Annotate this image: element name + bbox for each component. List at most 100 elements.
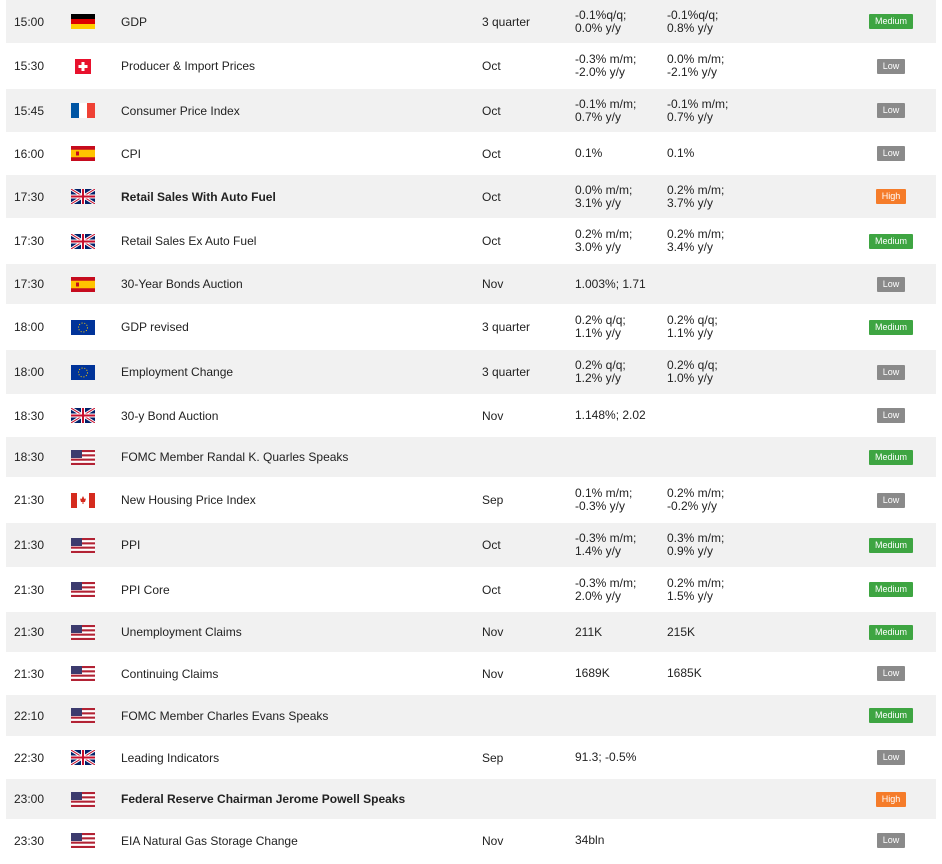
event-forecast — [667, 779, 757, 819]
calendar-row[interactable]: 21:30 New Housing Price Index Sep 0.1% m/m;… — [6, 478, 936, 522]
event-forecast: 215K — [667, 624, 696, 639]
event-period: Oct — [482, 103, 501, 118]
country-flag — [68, 820, 98, 861]
event-period: 3 quarter — [482, 14, 531, 29]
calendar-row[interactable]: 15:30 Producer & Import Prices Oct -0.3% m/… — [6, 44, 936, 88]
switzerland-flag-icon — [71, 58, 95, 74]
uk-flag-icon — [71, 750, 95, 765]
impact-badge: Low — [876, 146, 906, 161]
event-forecast: -0.1% m/m; 0.7% y/y — [667, 96, 729, 124]
event-name[interactable]: 30-y Bond Auction — [121, 395, 481, 436]
event-name[interactable]: FOMC Member Randal K. Quarles Speaks — [121, 437, 481, 477]
event-name[interactable]: Continuing Claims — [121, 653, 481, 694]
event-forecast: 0.2% q/q; 1.0% y/y — [667, 358, 718, 385]
country-flag — [68, 612, 98, 652]
canada-flag-icon — [71, 492, 95, 508]
event-time: 18:00 — [14, 365, 45, 379]
calendar-row[interactable]: 23:00 Federal Reserve Chairman Jerome Pow… — [6, 779, 936, 819]
event-forecast: 0.2% m/m; 3.7% y/y — [667, 182, 725, 210]
event-name[interactable]: PPI Core — [121, 568, 481, 611]
event-name[interactable]: FOMC Member Charles Evans Speaks — [121, 695, 481, 736]
event-actual — [575, 437, 665, 477]
calendar-row[interactable]: 15:45 Consumer Price Index Oct -0.1% m/m; 0… — [6, 89, 936, 132]
calendar-row[interactable]: 21:30 Continuing Claims Nov 1689K 1685K Low — [6, 653, 936, 694]
event-actual: -0.1%q/q; 0.0% y/y — [575, 7, 627, 35]
impact-badge: Medium — [868, 233, 913, 249]
event-name[interactable]: Unemployment Claims — [121, 612, 481, 652]
germany-flag-icon — [71, 14, 95, 29]
event-name[interactable]: GDP revised — [121, 305, 481, 349]
calendar-row[interactable]: 23:30 EIA Natural Gas Storage Change Nov 34… — [6, 820, 936, 861]
impact-badge: Low — [876, 276, 906, 292]
impact-badge: Low — [876, 408, 906, 423]
usa-flag-icon — [71, 833, 95, 848]
event-name[interactable]: Employment Change — [121, 350, 481, 394]
event-time: 23:30 — [14, 833, 45, 848]
event-actual: 211K — [575, 624, 603, 639]
impact-cell: Low — [861, 820, 921, 861]
event-period — [482, 695, 562, 736]
impact-cell: Low — [861, 44, 921, 88]
calendar-row[interactable]: 22:10 FOMC Member Charles Evans Speaks Med… — [6, 695, 936, 736]
event-name[interactable]: PPI — [121, 523, 481, 567]
country-flag — [68, 695, 98, 736]
event-time: 15:00 — [14, 14, 45, 29]
event-actual: 1.148%; 2.02 — [575, 408, 646, 422]
economic-calendar: 15:00 GDP 3 quarter -0.1%q/q; 0.0% y/y -0.1%… — [0, 0, 942, 864]
event-actual: 0.1% m/m; -0.3% y/y — [575, 486, 633, 513]
event-name[interactable]: Retail Sales With Auto Fuel — [121, 175, 481, 218]
event-period: Oct — [482, 146, 501, 161]
event-name[interactable]: Producer & Import Prices — [121, 44, 481, 88]
country-flag — [68, 350, 98, 394]
impact-badge: Medium — [868, 449, 913, 465]
event-name[interactable]: 30-Year Bonds Auction — [121, 264, 481, 304]
event-forecast — [667, 737, 757, 778]
event-period: Oct — [482, 538, 501, 552]
calendar-row[interactable]: 21:30 PPI Oct -0.3% m/m; 1.4% y/y 0.3% m/m; … — [6, 523, 936, 567]
event-actual: -0.1% m/m; 0.7% y/y — [575, 96, 637, 124]
impact-cell: Medium — [861, 695, 921, 736]
event-forecast: 1685K — [667, 666, 702, 680]
calendar-row[interactable]: 17:30 Retail Sales With Auto Fuel Oct 0.0% … — [6, 175, 936, 218]
impact-cell: Low — [861, 133, 921, 174]
impact-badge: Low — [876, 364, 906, 380]
event-name[interactable]: CPI — [121, 133, 481, 174]
calendar-row[interactable]: 18:00 Employment Change 3 quarter 0.2% q/q;… — [6, 350, 936, 394]
country-flag — [68, 568, 98, 611]
event-name[interactable]: Leading Indicators — [121, 737, 481, 778]
calendar-row[interactable]: 17:30 Retail Sales Ex Auto Fuel Oct 0.2% m/… — [6, 219, 936, 263]
event-period: 3 quarter — [482, 365, 531, 379]
event-period: Oct — [482, 582, 501, 597]
country-flag — [68, 737, 98, 778]
impact-cell: Medium — [861, 437, 921, 477]
event-time: 21:30 — [14, 538, 45, 552]
event-name[interactable]: New Housing Price Index — [121, 478, 481, 522]
calendar-row[interactable]: 18:00 GDP revised 3 quarter 0.2% q/q; 1.1% … — [6, 305, 936, 349]
event-time: 18:30 — [14, 450, 45, 464]
event-name[interactable]: Consumer Price Index — [121, 89, 481, 132]
calendar-row[interactable]: 21:30 PPI Core Oct -0.3% m/m; 2.0% y/y 0.2% … — [6, 568, 936, 611]
event-name[interactable]: GDP — [121, 0, 481, 43]
event-time: 17:30 — [14, 277, 45, 291]
event-time: 21:30 — [14, 582, 45, 597]
event-time: 22:30 — [14, 750, 45, 765]
event-period — [482, 779, 562, 819]
calendar-row[interactable]: 22:30 Leading Indicators Sep 91.3; -0.5% Low — [6, 737, 936, 778]
calendar-row[interactable]: 16:00 CPI Oct 0.1% 0.1% Low — [6, 133, 936, 174]
calendar-row[interactable]: 18:30 30-y Bond Auction Nov 1.148%; 2.02 Low — [6, 395, 936, 436]
calendar-row[interactable]: 17:30 30-Year Bonds Auction Nov 1.003%; 1.7… — [6, 264, 936, 304]
event-time: 18:00 — [14, 320, 45, 334]
uk-flag-icon — [71, 189, 95, 204]
event-name[interactable]: Retail Sales Ex Auto Fuel — [121, 219, 481, 263]
calendar-row[interactable]: 21:30 Unemployment Claims Nov 211K 215K Mediu… — [6, 612, 936, 652]
country-flag — [68, 305, 98, 349]
calendar-row[interactable]: 18:30 FOMC Member Randal K. Quarles Speak… — [6, 437, 936, 477]
impact-cell: Low — [861, 350, 921, 394]
event-forecast: 0.2% m/m; 3.4% y/y — [667, 227, 725, 254]
event-time: 21:30 — [14, 666, 45, 681]
event-name[interactable]: Federal Reserve Chairman Jerome Powell S… — [121, 779, 481, 819]
calendar-row[interactable]: 15:00 GDP 3 quarter -0.1%q/q; 0.0% y/y -0.1%… — [6, 0, 936, 43]
impact-badge: Medium — [868, 708, 913, 723]
event-actual: 0.2% m/m; 3.0% y/y — [575, 227, 633, 254]
event-name[interactable]: EIA Natural Gas Storage Change — [121, 820, 481, 861]
